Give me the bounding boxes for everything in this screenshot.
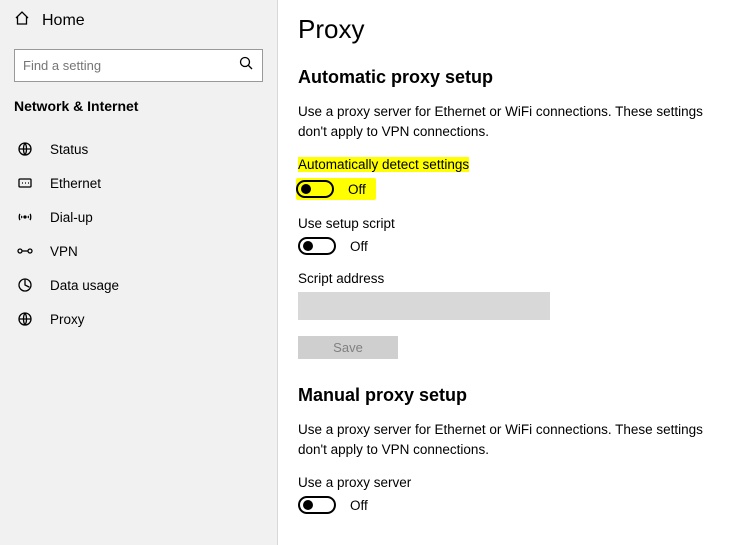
auto-detect-state: Off [348,182,366,197]
auto-detect-toggle-row: Off [296,178,376,200]
use-script-toggle-row: Off [298,237,750,255]
sidebar-item-label: Dial-up [50,210,93,225]
use-proxy-toggle[interactable] [298,496,336,514]
dialup-icon [14,209,36,225]
sidebar-item-label: Proxy [50,312,85,327]
sidebar-item-dialup[interactable]: Dial-up [0,200,277,234]
save-button[interactable]: Save [298,336,398,359]
data-usage-icon [14,277,36,293]
group-desc-automatic: Use a proxy server for Ethernet or WiFi … [298,102,728,141]
script-address-input[interactable] [298,292,550,320]
group-desc-manual: Use a proxy server for Ethernet or WiFi … [298,420,728,459]
auto-detect-toggle[interactable] [296,180,334,198]
main-panel: Proxy Automatic proxy setup Use a proxy … [278,0,750,545]
script-address-label: Script address [298,271,750,286]
sidebar-item-proxy[interactable]: Proxy [0,302,277,336]
sidebar-item-status[interactable]: Status [0,132,277,166]
nav-home-label: Home [42,12,85,30]
sidebar-item-label: Status [50,142,88,157]
toggle-knob-icon [303,241,313,251]
sidebar-item-vpn[interactable]: VPN [0,234,277,268]
status-icon [14,141,36,157]
home-icon [14,10,30,31]
toggle-knob-icon [301,184,311,194]
sidebar-item-data-usage[interactable]: Data usage [0,268,277,302]
sidebar-item-label: Data usage [50,278,119,293]
nav-home[interactable]: Home [0,0,277,41]
search-input[interactable] [23,58,238,73]
use-proxy-toggle-row: Off [298,496,750,514]
use-proxy-label: Use a proxy server [298,475,750,490]
ethernet-icon [14,175,36,191]
sidebar-item-label: VPN [50,244,78,259]
use-script-label: Use setup script [298,216,750,231]
search-icon [238,55,254,76]
auto-detect-label: Automatically detect settings [298,157,750,172]
page-title: Proxy [298,14,750,45]
use-script-state: Off [350,239,368,254]
sidebar-item-label: Ethernet [50,176,101,191]
sidebar-section-title: Network & Internet [0,96,277,132]
group-title-automatic: Automatic proxy setup [298,67,750,88]
use-script-toggle[interactable] [298,237,336,255]
vpn-icon [14,243,36,259]
group-title-manual: Manual proxy setup [298,385,750,406]
search-input-wrap[interactable] [14,49,263,82]
sidebar-item-ethernet[interactable]: Ethernet [0,166,277,200]
use-proxy-state: Off [350,498,368,513]
proxy-icon [14,311,36,327]
sidebar: Home Network & Internet Status Ethernet [0,0,278,545]
toggle-knob-icon [303,500,313,510]
